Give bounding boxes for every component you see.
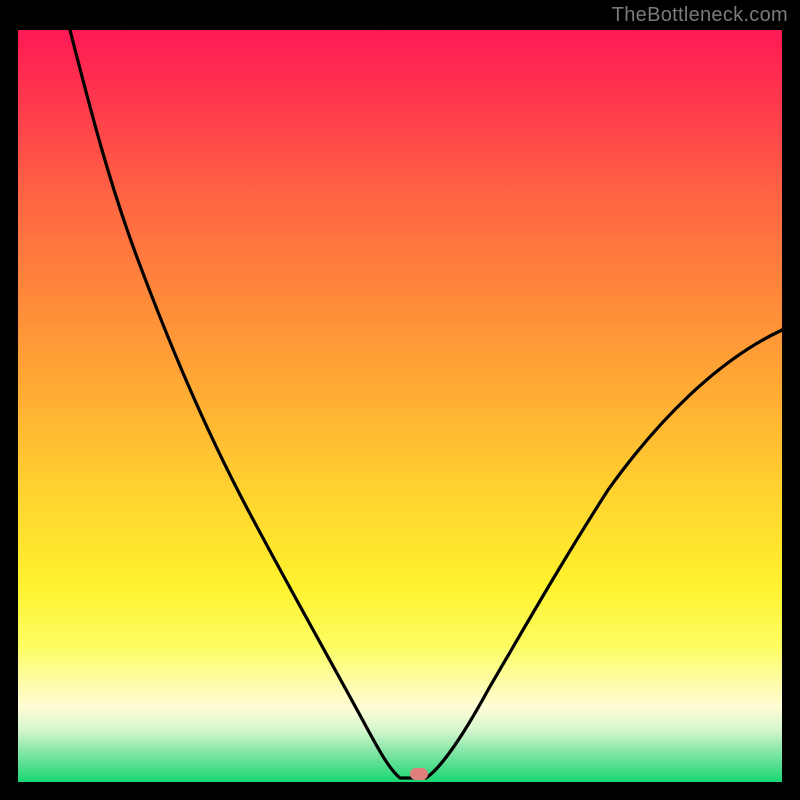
watermark-text: TheBottleneck.com [612, 4, 788, 27]
plot-area [18, 30, 782, 782]
min-point-marker [410, 768, 428, 780]
bottleneck-curve [18, 30, 782, 782]
chart-frame: TheBottleneck.com [0, 0, 800, 800]
